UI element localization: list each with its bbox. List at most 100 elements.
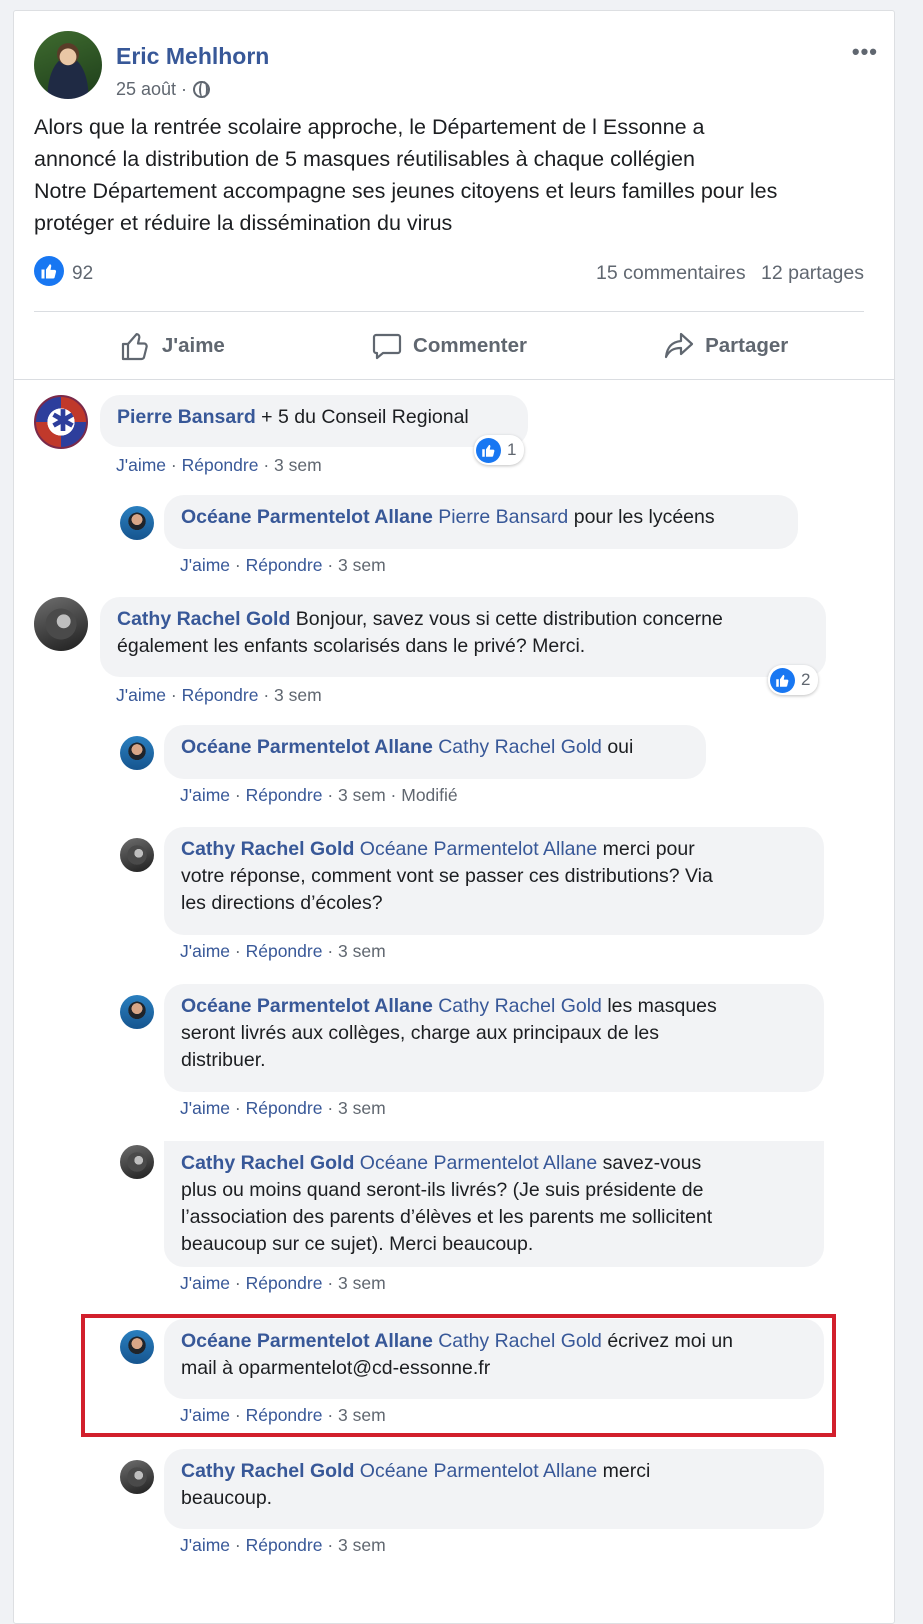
commenter-avatar[interactable] [120, 506, 154, 540]
comment-like-link[interactable]: J'aime [180, 1535, 230, 1555]
edited-label[interactable]: Modifié [401, 785, 457, 805]
comment-reply-link[interactable]: Répondre [182, 685, 259, 705]
comment-like-link[interactable]: J'aime [180, 1273, 230, 1293]
comment: Cathy Rachel Gold Bonjour, savez vous si… [34, 597, 864, 717]
comment-time[interactable]: 3 sem [338, 1535, 386, 1555]
comment-mention[interactable]: Cathy Rachel Gold [438, 995, 602, 1017]
comment-text: les masques [607, 995, 717, 1017]
comment-reactions[interactable]: 2 [768, 665, 819, 695]
comment-time[interactable]: 3 sem [338, 555, 386, 575]
reaction-count: 2 [801, 670, 811, 689]
thumbs-up-icon [121, 333, 148, 361]
comment-meta: J'aime · Répondre · 3 sem [180, 1098, 386, 1118]
comments-count[interactable]: 15 commentaires [596, 262, 746, 284]
comment-reply: Océane Parmentelot Allane Cathy Rachel G… [120, 725, 850, 815]
comment-text: beaucoup. [181, 1487, 273, 1509]
comment-reply-link[interactable]: Répondre [246, 1098, 323, 1118]
comment-mention[interactable]: Pierre Bansard [438, 506, 568, 528]
post-text: Alors que la rentrée scolaire approche, … [34, 111, 879, 239]
comment-time[interactable]: 3 sem [338, 941, 386, 961]
comment-reply: Océane Parmentelot Allane Cathy Rachel G… [120, 984, 850, 1124]
comment-author[interactable]: Cathy Rachel Gold [117, 608, 290, 630]
comment-time[interactable]: 3 sem [338, 1273, 386, 1293]
comment-author[interactable]: Cathy Rachel Gold [181, 1152, 354, 1174]
comment-like-link[interactable]: J'aime [180, 555, 230, 575]
comment-like-link[interactable]: J'aime [180, 941, 230, 961]
like-button[interactable]: J'aime [34, 321, 311, 371]
highlight-box [81, 1314, 836, 1437]
author-avatar[interactable] [34, 31, 102, 99]
share-button-label: Partager [705, 334, 789, 357]
comment: ✱ Pierre Bansard + 5 du Conseil Regional… [34, 395, 864, 485]
comment-time[interactable]: 3 sem [274, 685, 322, 705]
comment-mention[interactable]: Cathy Rachel Gold [438, 736, 602, 758]
comment-reply-link[interactable]: Répondre [246, 555, 323, 575]
comment-bubble: Océane Parmentelot Allane Cathy Rachel G… [164, 984, 824, 1092]
commenter-avatar[interactable] [120, 736, 154, 770]
comment-mention[interactable]: Océane Parmentelot Allane [360, 838, 597, 860]
comment-bubble: Pierre Bansard + 5 du Conseil Regional [100, 395, 528, 447]
comment-text: également les enfants scolarisés dans le… [117, 635, 586, 657]
comment-text: votre réponse, comment vont se passer ce… [181, 865, 713, 887]
comment-text: merci [602, 1460, 651, 1482]
commenter-avatar[interactable] [120, 1145, 154, 1179]
comment-like-link[interactable]: J'aime [180, 1098, 230, 1118]
comment-author[interactable]: Océane Parmentelot Allane [181, 995, 433, 1017]
share-button[interactable]: Partager [587, 321, 864, 371]
post-date[interactable]: 25 août · [116, 79, 211, 100]
post-text-line: Alors que la rentrée scolaire approche, … [34, 115, 705, 139]
like-button-label: J'aime [161, 334, 225, 357]
comment-time[interactable]: 3 sem [274, 455, 322, 475]
comment-text: l’association des parents d’élèves et le… [181, 1206, 713, 1228]
more-options-icon[interactable]: ••• [852, 39, 878, 65]
comment-text: + 5 du Conseil Regional [261, 406, 469, 428]
comment-reply-link[interactable]: Répondre [246, 1535, 323, 1555]
comment-bubble: Cathy Rachel Gold Océane Parmentelot All… [164, 1449, 824, 1529]
comment-reply-link[interactable]: Répondre [246, 785, 323, 805]
commenter-avatar[interactable] [120, 995, 154, 1029]
divider [14, 379, 894, 380]
comment-author[interactable]: Cathy Rachel Gold [181, 838, 354, 860]
comment-meta: J'aime · Répondre · 3 sem [180, 1535, 386, 1555]
post-stats: 15 commentaires 12 partages [596, 262, 864, 285]
emblem-icon: ✱ [50, 405, 76, 438]
comment-time[interactable]: 3 sem [338, 785, 386, 805]
comment-like-link[interactable]: J'aime [116, 455, 166, 475]
comment-meta: J'aime · Répondre · 3 sem [180, 555, 386, 575]
comment-text: savez-vous [602, 1152, 702, 1174]
post-card: Eric Mehlhorn 25 août · ••• Alors que la… [13, 10, 895, 1624]
comment-author[interactable]: Océane Parmentelot Allane [181, 506, 433, 528]
comment-bubble: Cathy Rachel Gold Océane Parmentelot All… [164, 1141, 824, 1267]
commenter-avatar[interactable] [120, 1460, 154, 1494]
comment-mention[interactable]: Océane Parmentelot Allane [360, 1152, 597, 1174]
post-text-line: Notre Département accompagne ses jeunes … [34, 179, 778, 203]
like-reaction-icon[interactable] [34, 256, 64, 286]
comment-reply-link[interactable]: Répondre [182, 455, 259, 475]
comment-author[interactable]: Océane Parmentelot Allane [181, 736, 433, 758]
comment-author[interactable]: Pierre Bansard [117, 406, 256, 428]
comment-time[interactable]: 3 sem [338, 1098, 386, 1118]
post-author-name[interactable]: Eric Mehlhorn [116, 43, 269, 70]
comment-mention[interactable]: Océane Parmentelot Allane [360, 1460, 597, 1482]
comment-text: beaucoup sur ce sujet). Merci beaucoup. [181, 1233, 534, 1255]
comment-like-link[interactable]: J'aime [180, 785, 230, 805]
shares-count[interactable]: 12 partages [761, 262, 864, 284]
divider [34, 311, 864, 312]
comment-like-link[interactable]: J'aime [116, 685, 166, 705]
comment-reply: Cathy Rachel Gold Océane Parmentelot All… [120, 827, 850, 967]
comment-author[interactable]: Cathy Rachel Gold [181, 1460, 354, 1482]
reaction-count: 1 [507, 440, 517, 459]
comment-reactions[interactable]: 1 [474, 435, 525, 465]
comment-reply-link[interactable]: Répondre [246, 941, 323, 961]
commenter-avatar[interactable]: ✱ [34, 395, 88, 449]
commenter-avatar[interactable] [34, 597, 88, 651]
share-icon [664, 332, 694, 359]
commenter-avatar[interactable] [120, 838, 154, 872]
comment-reply-link[interactable]: Répondre [246, 1273, 323, 1293]
comment-bubble: Cathy Rachel Gold Bonjour, savez vous si… [100, 597, 826, 677]
post-date-text: 25 août · [116, 79, 188, 99]
comment-meta: J'aime · Répondre · 3 sem · Modifié [180, 785, 458, 805]
comment-button[interactable]: Commenter [311, 321, 588, 371]
like-count[interactable]: 92 [72, 263, 93, 285]
comment-meta: J'aime · Répondre · 3 sem [180, 941, 386, 961]
